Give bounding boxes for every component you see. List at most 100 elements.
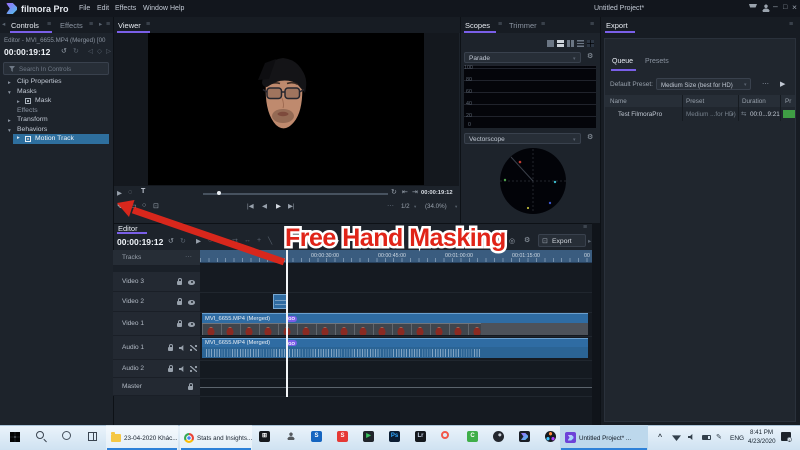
tray-chevron-icon[interactable]: ^ (658, 434, 662, 441)
timeline-export-button[interactable]: ⊡ Export (538, 234, 586, 247)
razor-tool-icon[interactable]: ▦ (220, 237, 227, 245)
viewer-title[interactable]: Viewer (118, 21, 141, 30)
freehand-mask-pencil-icon[interactable]: ✎ (117, 202, 123, 211)
panel-menu-icon[interactable]: ≡ (106, 21, 110, 28)
col-header-progress[interactable]: Pr (785, 98, 791, 105)
photoshop-icon[interactable]: Ps (389, 431, 400, 442)
lock-icon[interactable] (177, 281, 182, 285)
mark-out-icon[interactable]: ⇥ (412, 188, 418, 196)
taskbar-search-icon[interactable] (36, 431, 44, 439)
taskbar-active-window[interactable]: Untitled Project* ... (560, 425, 648, 450)
tab-queue[interactable]: Queue (612, 58, 633, 65)
play-button-icon[interactable]: ▶ (276, 203, 281, 210)
viewer-menu-icon[interactable]: ≡ (146, 21, 150, 28)
media-play-icon[interactable]: ▶ (363, 431, 374, 442)
layout-list-icon[interactable] (577, 40, 584, 47)
slide-tool-icon[interactable]: ↔ (244, 237, 251, 244)
lock-icon[interactable] (188, 386, 193, 390)
menu-edit[interactable]: Edit (97, 5, 109, 12)
menu-window[interactable]: Window (143, 5, 168, 12)
track-header-video2[interactable]: Video 2 (113, 292, 200, 312)
go-to-start-icon[interactable]: |◀ (247, 203, 253, 210)
col-header-duration[interactable]: Duration (742, 98, 766, 105)
davinci-icon[interactable] (545, 431, 556, 442)
mark-in-icon[interactable]: ⇤ (402, 188, 408, 196)
zoom-tool-icon[interactable]: + (257, 237, 261, 244)
track-header-audio1[interactable]: Audio 1 (113, 336, 200, 360)
undo-icon[interactable]: ↺ (61, 47, 67, 55)
track-header-video1[interactable]: Video 1 (113, 312, 200, 336)
export-panel-title[interactable]: Export (606, 21, 628, 30)
tree-arrow-icon[interactable]: ▾ (8, 90, 11, 96)
clock-time[interactable]: 8:41 PM (750, 429, 773, 436)
filmora-taskbar-icon[interactable] (519, 431, 530, 442)
track-header-master[interactable]: Master (113, 378, 200, 396)
tree-arrow-icon[interactable]: ▸ (8, 80, 11, 86)
slip-tool-icon[interactable]: ⇄ (232, 237, 238, 245)
keyframe-add-icon[interactable]: ◇ (97, 48, 102, 55)
crop-icon[interactable]: ⊡ (153, 202, 159, 210)
tree-item-masks[interactable]: Masks (17, 88, 37, 95)
tree-arrow-icon[interactable]: ▸ (8, 118, 11, 124)
frame-back-icon[interactable]: ◀ (262, 203, 267, 210)
minimize-button[interactable]: – (773, 1, 778, 11)
people-icon[interactable] (287, 432, 295, 440)
camtasia-icon[interactable]: C (467, 431, 478, 442)
language-indicator[interactable]: ENG (730, 435, 744, 442)
visibility-eye-icon[interactable] (188, 322, 195, 327)
tree-item-clip-properties[interactable]: Clip Properties (17, 78, 62, 85)
rectangle-mask-icon[interactable]: ▭ (130, 202, 137, 210)
tree-item-behaviors[interactable]: Behaviors (17, 126, 47, 133)
audio-envelope-icon[interactable] (190, 366, 197, 372)
lightroom-icon[interactable]: Lr (415, 431, 426, 442)
mute-speaker-icon[interactable] (179, 366, 186, 372)
effects-tab-menu-icon[interactable]: ≡ (89, 21, 93, 28)
restore-button[interactable]: □ (783, 4, 787, 11)
video1-clip-bar[interactable]: MVI_6655.MP4 (Merged) GO (202, 313, 588, 323)
track-header-audio2[interactable]: Audio 2 (113, 360, 200, 378)
quicktime-icon[interactable] (441, 431, 449, 439)
search-box[interactable] (3, 62, 109, 75)
layout-single-icon[interactable] (547, 40, 554, 47)
queue-row-name[interactable]: Test FilmoraPro (618, 111, 662, 118)
collapse-panel-icon[interactable]: ◂ (2, 21, 5, 28)
battery-icon[interactable] (702, 435, 711, 440)
visibility-eye-icon[interactable] (188, 300, 195, 305)
action-center-icon[interactable]: 1 (781, 432, 791, 441)
tree-arrow-icon[interactable]: ▾ (8, 128, 11, 134)
ellipse-mask-icon[interactable]: ○ (142, 202, 146, 209)
parade-settings-icon[interactable]: ⚙ (587, 52, 593, 60)
snagit-icon[interactable]: S (337, 431, 348, 442)
account-icon[interactable] (762, 4, 770, 12)
layout-grid-icon[interactable] (587, 40, 594, 47)
tab-controls[interactable]: Controls (11, 21, 39, 30)
text-tool-icon[interactable]: T (141, 188, 145, 195)
scopes-tab-menu-icon[interactable]: ≡ (498, 21, 502, 28)
tree-arrow-icon[interactable]: ▸ (17, 99, 20, 105)
hand-tool-icon[interactable]: ◌ (208, 237, 212, 244)
audio-envelope-icon[interactable] (190, 345, 197, 351)
lock-icon[interactable] (168, 347, 173, 351)
voiceover-mic-icon[interactable]: ◎ (509, 237, 515, 245)
tab-effects[interactable]: Effects (60, 21, 83, 30)
video1-filmstrip-unrendered[interactable] (481, 323, 588, 335)
tabs-scroll-icon[interactable]: ▸ (99, 21, 102, 28)
obs-icon[interactable] (493, 431, 504, 442)
controls-timecode[interactable]: 00:00:19:12 (4, 47, 50, 57)
cortana-icon[interactable] (62, 431, 71, 440)
export-panel-menu-icon[interactable]: ≡ (789, 21, 793, 28)
queue-row-preset-dropdown[interactable]: Medium ...for HD) (686, 111, 736, 118)
onion-skin-icon[interactable]: ◌ (128, 189, 132, 196)
viewer-zoom-dropdown[interactable]: (34.0%) (425, 203, 447, 210)
tree-item-effects[interactable]: Effects (17, 107, 38, 114)
export-more-icon[interactable]: ⋯ (762, 80, 769, 88)
start-button-icon[interactable] (10, 432, 20, 442)
taskbar-folder-window[interactable]: 23-04-2020 Khác... (106, 425, 178, 450)
lock-icon[interactable] (168, 368, 173, 372)
frame-forward-icon[interactable]: ▶| (288, 203, 294, 210)
menu-file[interactable]: File (79, 5, 90, 12)
editor-panel-menu-icon[interactable]: ≡ (583, 224, 587, 231)
keyframe-next-icon[interactable]: ▷ (106, 48, 111, 55)
col-header-name[interactable]: Name (610, 98, 627, 105)
editor-timecode[interactable]: 00:00:19:12 (117, 237, 163, 247)
